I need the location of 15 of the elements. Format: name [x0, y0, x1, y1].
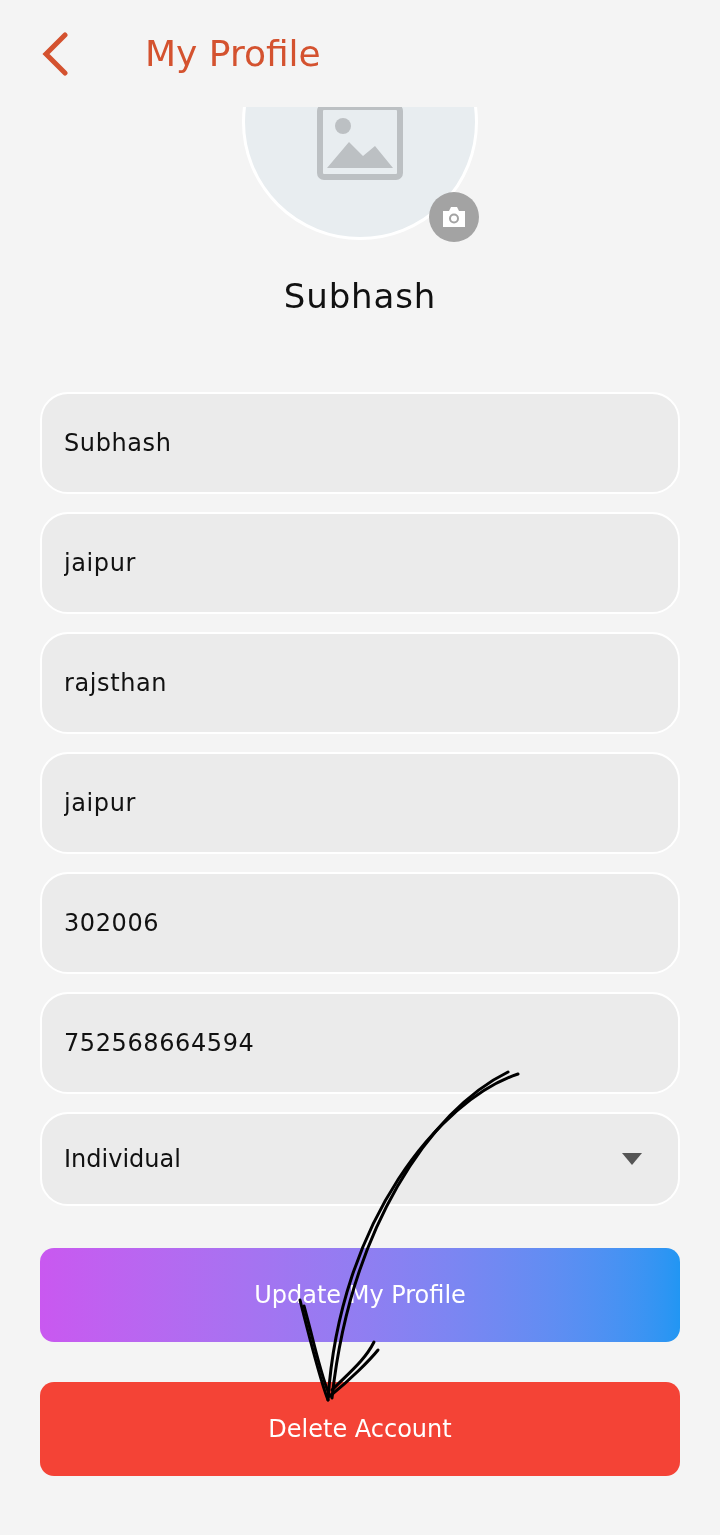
- profile-name: Subhash: [283, 276, 437, 316]
- caret-icon: [622, 1153, 642, 1165]
- input-field[interactable]: 302006: [40, 872, 680, 974]
- input-field[interactable]: rajsthan: [40, 632, 680, 734]
- back-icon[interactable]: [40, 31, 70, 76]
- input-field[interactable]: 752568664594: [40, 992, 680, 1094]
- camera-icon: [441, 206, 467, 228]
- page-title: My Profile: [145, 31, 321, 76]
- type-dropdown[interactable]: Individual: [40, 1112, 680, 1206]
- input-field[interactable]: jaipur: [40, 512, 680, 614]
- image-icon: [317, 107, 403, 180]
- input-field[interactable]: jaipur: [40, 752, 680, 854]
- camera-button[interactable]: [429, 192, 479, 242]
- input-field[interactable]: Subhash: [40, 392, 680, 494]
- delete-button[interactable]: Delete Account: [40, 1382, 680, 1476]
